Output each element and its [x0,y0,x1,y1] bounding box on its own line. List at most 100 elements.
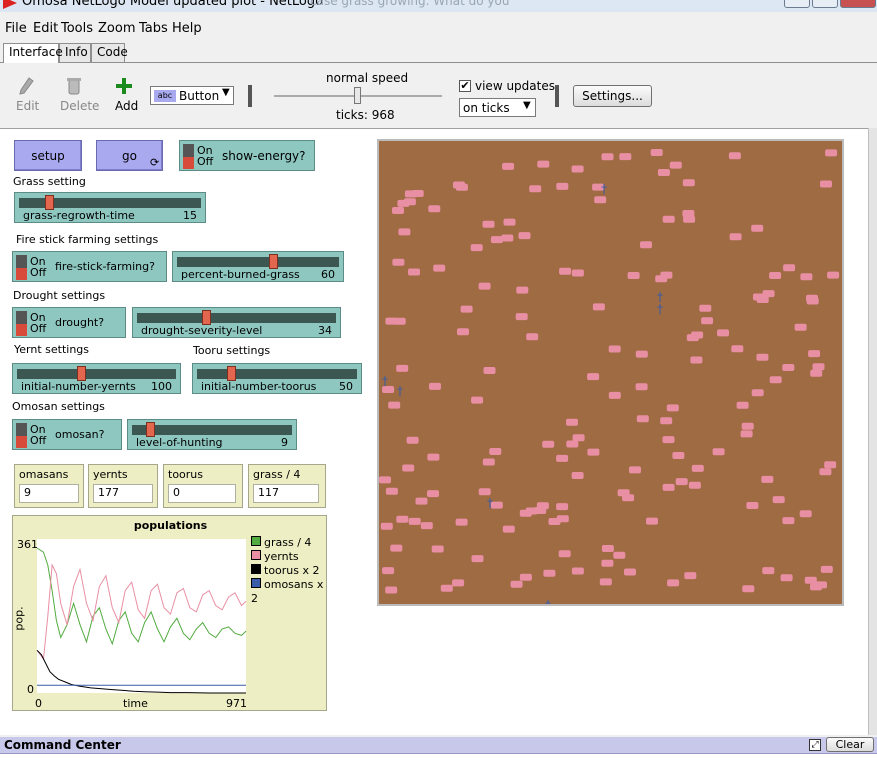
y-axis-min-label: 0 [27,683,34,696]
drought-switch[interactable]: On Off drought? [12,307,126,338]
yernt-agent [385,487,398,495]
menu-file[interactable]: File [5,21,27,36]
add-button[interactable]: Add [115,99,138,113]
yernt-agent [457,328,469,336]
x-axis-min-label: 0 [35,697,42,710]
grass-regrowth-slider[interactable]: grass-regrowth-time 15 [14,192,206,223]
omosan-switch[interactable]: On Off omosan? [12,419,122,450]
menu-zoom[interactable]: Zoom [98,21,135,36]
yernt-agent [556,503,569,511]
grass-setting-label: Grass setting [13,175,86,188]
switch-toggle-icon [16,423,27,448]
window-ghost-text: case grass growing. What do you [310,0,510,8]
monitor-yernts: yernts 177 [88,464,158,508]
clear-button[interactable]: Clear [826,737,874,752]
button-widget-icon: abc [154,90,176,102]
menu-edit[interactable]: Edit [33,21,58,36]
view-updates-checkbox[interactable]: ✔ [459,80,471,92]
yernt-agent [662,436,675,444]
edit-button[interactable]: Edit [16,99,39,113]
menu-tools[interactable]: Tools [61,21,93,36]
slider-thumb[interactable] [77,366,86,381]
slider-thumb[interactable] [145,422,155,437]
yernt-agent [640,241,652,249]
omosan-person-icon: † [657,302,663,316]
switch-off-label: Off [30,266,47,279]
initial-toorus-slider[interactable]: initial-number-toorus 50 [192,363,362,394]
setup-button[interactable]: setup [14,140,82,171]
initial-yernts-slider[interactable]: initial-number-yernts 100 [12,363,181,394]
yernt-agent [503,218,516,226]
yernt-agent [662,483,675,491]
speed-slider-thumb[interactable] [354,87,361,104]
yernt-agent [571,165,584,173]
yernt-agent [669,161,682,169]
tab-interface[interactable]: Interface [3,43,63,63]
x-axis-label: time [123,697,148,710]
yernt-agent [566,418,578,426]
yernt-agent [646,517,658,525]
yernt-agent [392,207,404,214]
yernt-agent [635,383,648,391]
yernt-agent [529,185,542,193]
yernt-agent [471,396,484,404]
tab-info[interactable]: Info [59,43,91,62]
delete-button[interactable]: Delete [60,99,99,113]
slider-value: 50 [339,380,353,393]
menu-tabs[interactable]: Tabs [139,21,168,36]
yernt-agent [556,515,569,523]
tab-code[interactable]: Code [91,43,128,62]
toolbar-separator [555,85,559,107]
fire-stick-farming-switch[interactable]: On Off fire-stick-farming? [12,251,167,282]
yernt-agent [820,180,832,188]
yernt-agent [690,356,703,364]
menu-help[interactable]: Help [172,21,202,36]
legend-item: toorus x 2 [251,564,326,578]
yernt-agent [408,517,421,525]
slider-thumb[interactable] [44,195,54,210]
yernt-agent [471,555,484,563]
switch-label: drought? [55,316,105,329]
yernt-agent [571,472,584,479]
yernt-agent [518,232,531,240]
tab-divider [0,62,877,63]
go-button[interactable]: go ⟳ [96,140,163,171]
slider-value: 9 [281,436,288,449]
yernt-agent [415,497,428,505]
update-mode-select[interactable]: on ticks ▼ [459,98,536,117]
world-view[interactable]: ††††††† [377,139,844,612]
slider-thumb[interactable] [268,254,278,269]
add-icon [116,78,132,94]
title-bar: Omosa NetLogo Model updated plot - NetLo… [0,0,877,12]
expand-icon[interactable]: ⤢ [809,739,821,751]
yernt-agent [431,545,444,553]
yernt-agent [660,417,673,425]
yernt-agent [808,350,821,358]
drought-severity-slider[interactable]: drought-severity-level 34 [132,307,341,338]
slider-thumb[interactable] [227,366,237,381]
level-of-hunting-slider[interactable]: level-of-hunting 9 [127,419,297,450]
yernt-agent [740,430,753,438]
yernt-agent [608,391,621,399]
maximize-button[interactable] [812,0,838,8]
settings-button[interactable]: Settings... [573,85,652,107]
monitor-value: 0 [168,484,236,503]
yernt-agent [629,466,641,474]
close-button[interactable] [840,0,876,8]
minimize-button[interactable] [784,0,810,8]
percent-burned-grass-slider[interactable]: percent-burned-grass 60 [172,251,344,282]
vertical-scrollbar[interactable] [868,128,877,735]
yernt-agent [433,264,446,272]
monitor-label: omasans [19,468,69,481]
slider-thumb[interactable] [201,310,211,325]
yernt-agent [819,468,832,476]
yernt-agent [594,196,607,204]
widget-type-select[interactable]: abc Button ▼ [150,86,234,105]
omosan-person-icon: † [545,598,551,604]
monitor-toorus: toorus 0 [163,464,243,508]
show-energy-switch[interactable]: On Off show-energy? [179,140,315,171]
yernt-agent [566,440,579,448]
slider-track [132,425,292,435]
yernt-agent [398,228,411,236]
chevron-down-icon: ▼ [523,100,531,111]
